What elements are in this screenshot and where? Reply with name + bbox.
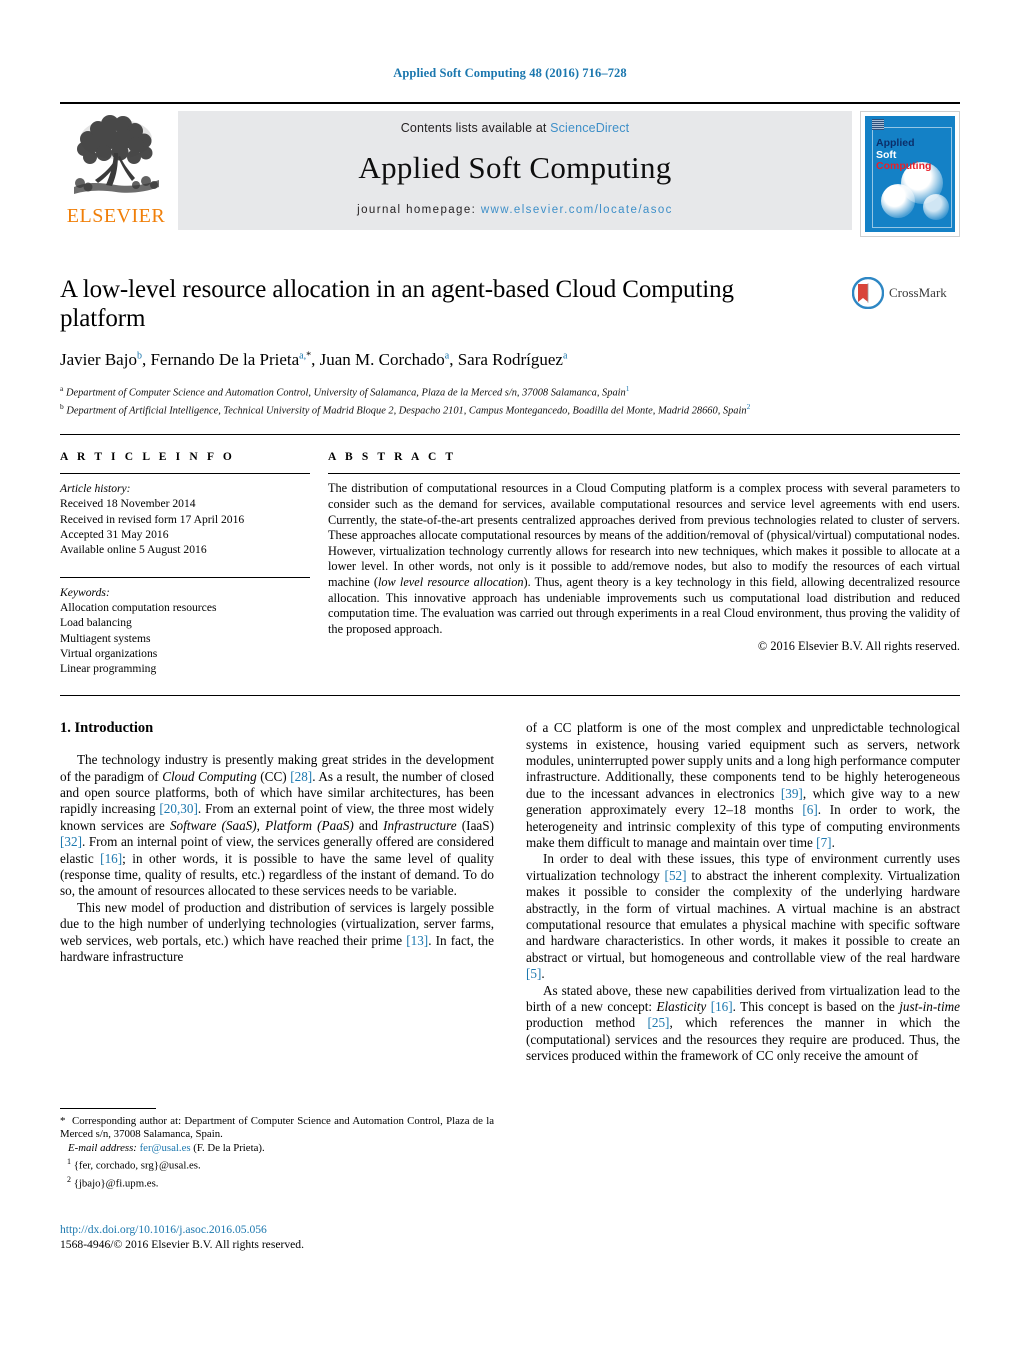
footnote-text: {fer, corchado, srg}@usal.es.	[73, 1159, 201, 1172]
paragraph: In order to deal with these issues, this…	[526, 851, 960, 982]
paragraph: of a CC platform is one of the most comp…	[526, 720, 960, 851]
running-head: Applied Soft Computing 48 (2016) 716–728	[393, 66, 627, 80]
journal-banner-center: Contents lists available at ScienceDirec…	[178, 111, 852, 230]
cover-line-3: Computing	[876, 160, 932, 172]
paper-page: Applied Soft Computing 48 (2016) 716–728	[0, 0, 1020, 1351]
abstract-column: A B S T R A C T The distribution of comp…	[328, 451, 960, 676]
divider	[328, 473, 960, 475]
affiliation-b: b Department of Artificial Intelligence,…	[60, 400, 960, 418]
crossmark-icon	[852, 277, 884, 309]
abstract-heading: A B S T R A C T	[328, 451, 457, 464]
journal-homepage-line: journal homepage: www.elsevier.com/locat…	[357, 204, 673, 216]
sciencedirect-link[interactable]: ScienceDirect	[550, 121, 629, 135]
divider	[60, 577, 310, 579]
affiliations: a Department of Computer Science and Aut…	[60, 382, 960, 417]
keyword-item: Virtual organizations	[60, 646, 158, 660]
email-person: (F. De la Prieta).	[193, 1141, 265, 1154]
cover-title: Applied Soft Computing	[876, 137, 932, 173]
email-link[interactable]: fer@usal.es	[140, 1142, 191, 1154]
journal-cover-art: Applied Soft Computing	[865, 116, 955, 232]
keyword-item: Load balancing	[60, 616, 132, 630]
article-info-heading: A R T I C L E I N F O	[60, 451, 235, 464]
journal-title: Applied Soft Computing	[358, 150, 672, 185]
affiliation-marker-a: a	[60, 384, 64, 393]
divider	[60, 473, 310, 475]
affiliation-marker-b: b	[60, 401, 64, 411]
footnote-marker: 2	[67, 1175, 71, 1185]
paragraph: The technology industry is presently mak…	[60, 752, 495, 899]
footnote-divider	[60, 1108, 156, 1109]
divider	[60, 695, 960, 697]
keyword-item: Allocation computation resources	[60, 601, 217, 615]
journal-cover-thumbnail: Applied Soft Computing	[860, 111, 960, 237]
issn-copyright: 1568-4946/© 2016 Elsevier B.V. All right…	[60, 1238, 304, 1251]
footnote-item: 2 {jbajo}@fi.upm.es.	[60, 1173, 494, 1191]
affiliation-b-text: Department of Artificial Intelligence, T…	[66, 405, 747, 417]
keyword-item: Multiagent systems	[60, 631, 151, 645]
affiliation-a: a Department of Computer Science and Aut…	[60, 382, 960, 400]
email-label: E-mail address:	[68, 1141, 137, 1154]
elsevier-logo: ELSEVIER	[60, 111, 172, 226]
corresponding-author-note: * Corresponding author at: Department of…	[60, 1115, 494, 1141]
history-item: Received in revised form 17 April 2016	[60, 512, 245, 526]
history-item: Available online 5 August 2016	[60, 542, 207, 556]
homepage-prefix: journal homepage:	[357, 204, 481, 216]
abstract-copyright: © 2016 Elsevier B.V. All rights reserved…	[757, 639, 960, 654]
history-item: Received 18 November 2014	[60, 497, 196, 511]
footnotes: * Corresponding author at: Department of…	[60, 1108, 494, 1191]
title-block: A low-level resource allocation in an ag…	[60, 275, 960, 417]
crossmark-badge[interactable]: CrossMark	[852, 277, 960, 309]
affiliation-b-note: 2	[746, 401, 751, 411]
paragraph: This new model of production and distrib…	[60, 899, 495, 965]
footnote-marker: 1	[67, 1157, 71, 1167]
page-title: A low-level resource allocation in an ag…	[60, 276, 734, 332]
journal-banner: ELSEVIER Contents lists available at Sci…	[60, 102, 960, 243]
section-heading-introduction: 1. Introduction	[60, 720, 154, 737]
elsevier-tree-icon	[74, 115, 159, 194]
cover-line-1: Applied	[876, 137, 915, 149]
contents-available-line: Contents lists available at ScienceDirec…	[401, 121, 629, 135]
body-columns: 1. Introduction The technology industry …	[60, 720, 960, 1065]
cover-stamp-icon	[872, 119, 884, 130]
article-info-column: A R T I C L E I N F O Article history: R…	[60, 451, 328, 676]
elsevier-wordmark: ELSEVIER	[66, 205, 166, 227]
affiliation-a-text: Department of Computer Science and Autom…	[65, 387, 626, 399]
paragraph: As stated above, these new capabilities …	[526, 982, 960, 1064]
publication-info: http://dx.doi.org/10.1016/j.asoc.2016.05…	[60, 1222, 510, 1252]
journal-homepage-link[interactable]: www.elsevier.com/locate/asoc	[481, 204, 673, 216]
body-column-right: of a CC platform is one of the most comp…	[526, 720, 960, 1065]
keyword-item: Linear programming	[60, 661, 157, 675]
footnote-item: 1 {fer, corchado, srg}@usal.es.	[60, 1155, 494, 1173]
body-column-left: 1. Introduction The technology industry …	[60, 720, 494, 1065]
divider	[60, 434, 960, 436]
author-list: Javier Bajob, Fernando De la Prietaa,*, …	[60, 350, 568, 369]
affiliation-a-note: 1	[625, 384, 630, 393]
contents-prefix: Contents lists available at	[400, 121, 551, 135]
keywords-label: Keywords:	[60, 586, 110, 600]
footnote-text: {jbajo}@fi.upm.es.	[73, 1177, 159, 1190]
article-history-label: Article history:	[60, 482, 131, 496]
abstract-text: The distribution of computational resour…	[328, 481, 960, 636]
email-note: E-mail address: fer@usal.es (F. De la Pr…	[60, 1142, 494, 1155]
crossmark-label: CrossMark	[889, 285, 947, 300]
history-item: Accepted 31 May 2016	[60, 527, 169, 541]
doi-link[interactable]: http://dx.doi.org/10.1016/j.asoc.2016.05…	[60, 1222, 510, 1237]
info-abstract-row: A R T I C L E I N F O Article history: R…	[60, 451, 960, 676]
